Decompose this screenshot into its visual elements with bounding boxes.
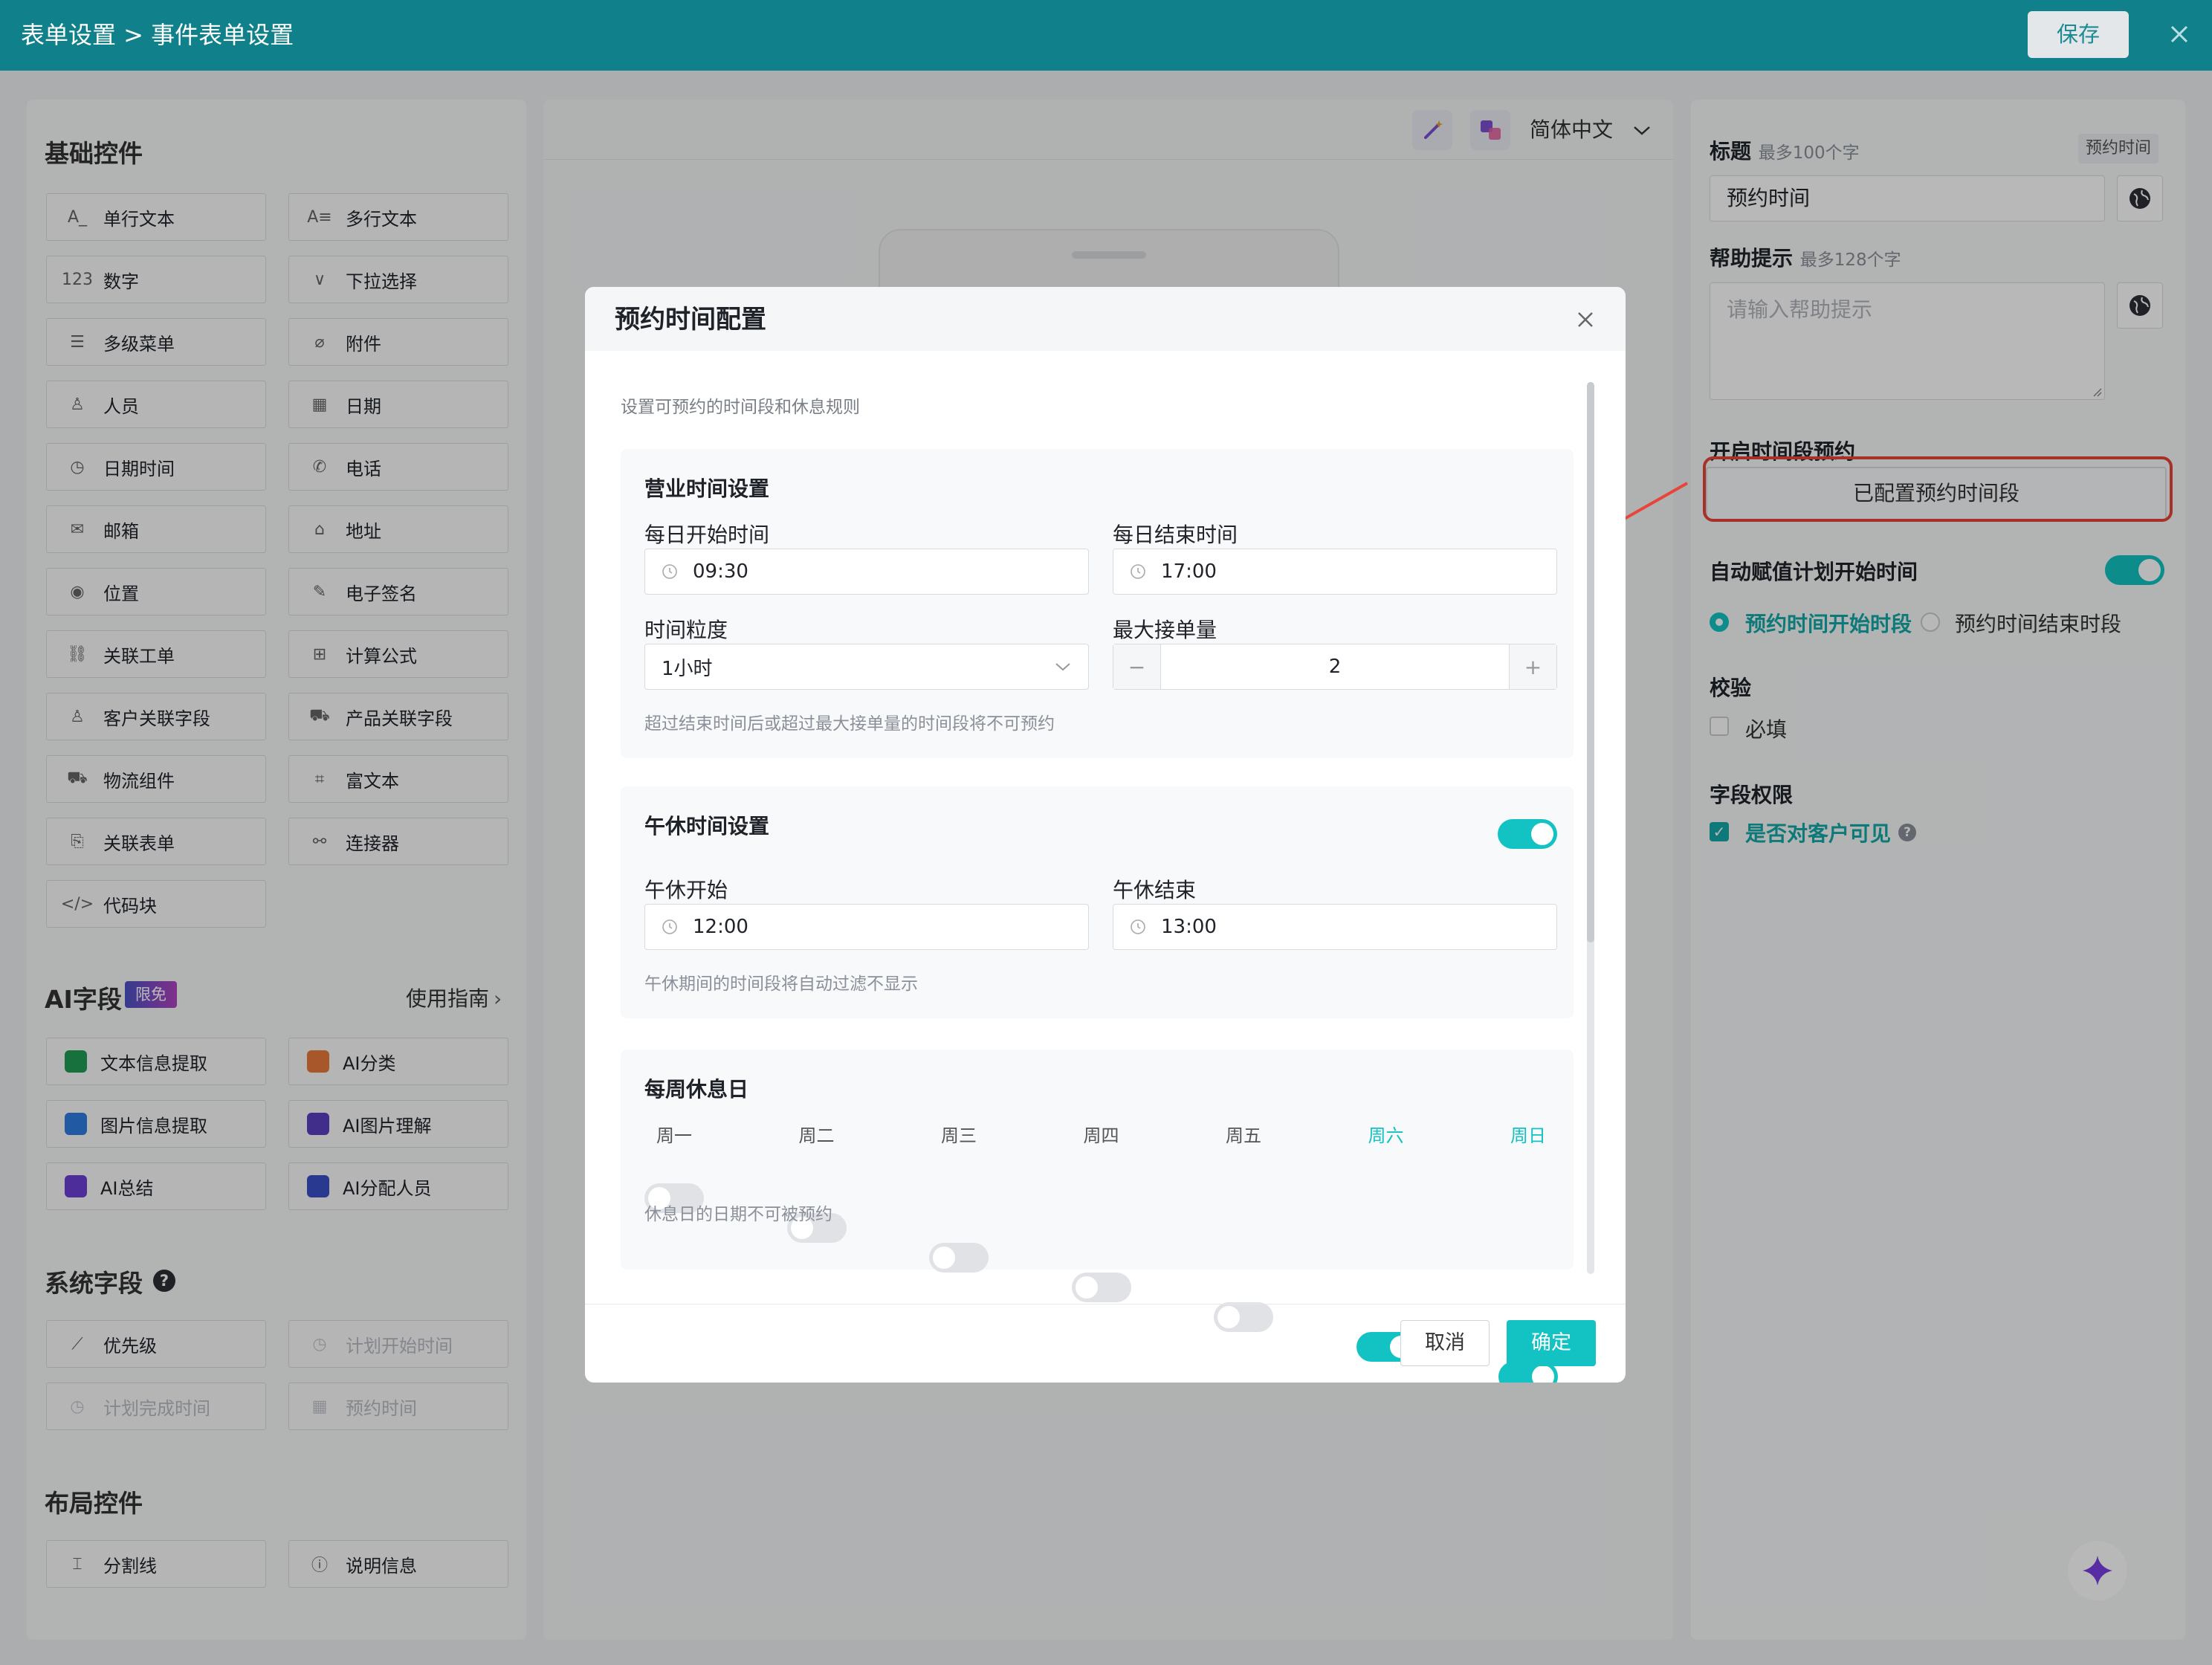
clock-icon	[662, 919, 677, 934]
business-hours-title: 营业时间设置	[644, 476, 770, 501]
weekday-label: 周六	[1368, 1125, 1404, 1146]
lunch-end-label: 午休结束	[1113, 878, 1197, 902]
lunch-start-input[interactable]: 12:00	[644, 904, 1089, 950]
daily-end-label: 每日结束时间	[1113, 523, 1238, 547]
weekly-rest-card	[621, 1050, 1574, 1270]
close-icon[interactable]	[1574, 308, 1597, 332]
lunch-end-input[interactable]: 13:00	[1113, 904, 1557, 950]
confirm-button[interactable]: 确定	[1507, 1320, 1596, 1366]
lunch-start-value: 12:00	[693, 916, 748, 938]
daily-end-input[interactable]: 17:00	[1113, 549, 1557, 595]
clock-icon	[1131, 919, 1145, 934]
weekday-label: 周二	[798, 1125, 835, 1146]
lunch-break-toggle[interactable]	[1498, 819, 1557, 849]
daily-start-input[interactable]: 09:30	[644, 549, 1089, 595]
save-button[interactable]: 保存	[2028, 11, 2129, 58]
breadcrumb: 表单设置 > 事件表单设置	[21, 21, 294, 49]
business-hours-hint: 超过结束时间后或超过最大接单量的时间段将不可预约	[644, 714, 1055, 734]
modal-title: 预约时间配置	[615, 305, 766, 334]
clock-icon	[1131, 564, 1145, 579]
weekday-toggle[interactable]	[1071, 1273, 1131, 1302]
daily-end-value: 17:00	[1161, 560, 1217, 583]
cancel-button[interactable]: 取消	[1400, 1320, 1490, 1366]
daily-start-value: 09:30	[693, 560, 748, 583]
weekday-label: 周五	[1226, 1125, 1261, 1146]
modal-scrollbar-thumb[interactable]	[1587, 382, 1594, 943]
decrement-button[interactable]: −	[1113, 644, 1161, 689]
lunch-break-hint: 午休期间的时间段将自动过滤不显示	[644, 974, 918, 994]
top-bar	[0, 0, 2212, 71]
clock-icon	[662, 564, 677, 579]
weekday-toggle[interactable]	[929, 1243, 989, 1273]
lunch-break-title: 午休时间设置	[644, 814, 770, 838]
lunch-start-label: 午休开始	[644, 878, 728, 902]
modal-description: 设置可预约的时间段和休息规则	[621, 398, 860, 417]
weekly-rest-title: 每周休息日	[644, 1077, 749, 1102]
chevron-down-icon	[1055, 663, 1070, 671]
weekday-toggle[interactable]	[1214, 1302, 1273, 1332]
lunch-end-value: 13:00	[1161, 916, 1217, 938]
granularity-select[interactable]: 1小时	[644, 644, 1089, 690]
weekday-label: 周一	[656, 1125, 692, 1146]
close-icon[interactable]	[2164, 19, 2194, 49]
daily-start-label: 每日开始时间	[644, 523, 770, 547]
increment-button[interactable]: +	[1509, 644, 1556, 689]
max-orders-stepper: − 2 +	[1113, 644, 1557, 690]
weekday-label: 周三	[941, 1125, 977, 1146]
granularity-value: 1小时	[662, 657, 713, 680]
max-orders-label: 最大接单量	[1113, 618, 1217, 642]
weekday-label: 周日	[1510, 1125, 1546, 1146]
booking-config-modal: 预约时间配置 设置可预约的时间段和休息规则 营业时间设置 每日开始时间 09:3…	[585, 287, 1626, 1383]
weekly-rest-hint: 休息日的日期不可被预约	[644, 1205, 832, 1224]
granularity-label: 时间粒度	[644, 618, 728, 642]
weekday-label: 周四	[1083, 1125, 1119, 1146]
max-orders-value[interactable]: 2	[1161, 656, 1509, 678]
